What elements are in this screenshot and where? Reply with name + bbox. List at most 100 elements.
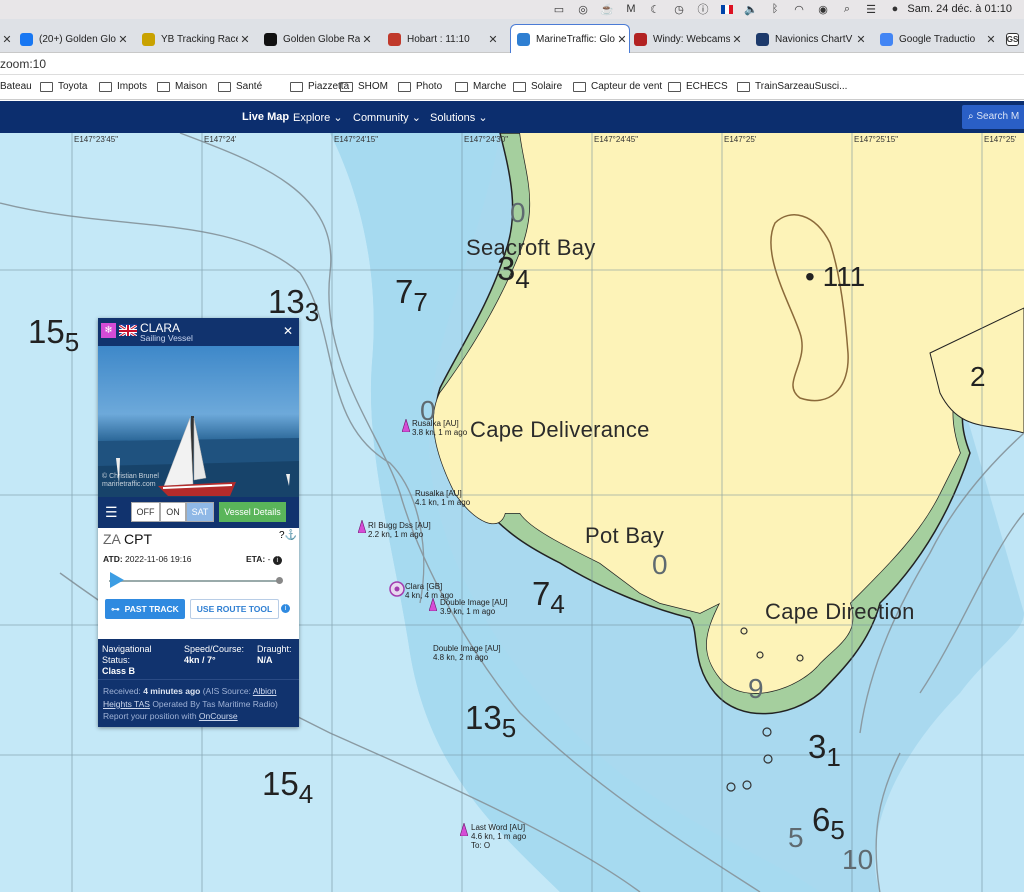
folder-icon <box>513 81 526 92</box>
bookmark-item[interactable]: Bateau <box>0 81 32 92</box>
tab-6[interactable]: Windy: Webcams ✕ <box>634 25 744 53</box>
spotlight-search-icon[interactable]: ⌕ <box>840 2 854 16</box>
close-icon[interactable]: ✕ <box>486 33 500 46</box>
menu-icon[interactable]: ☰ <box>105 504 118 521</box>
close-icon[interactable]: ✕ <box>615 33 629 46</box>
close-icon[interactable]: ✕ <box>116 33 130 46</box>
vessel-marker-icon[interactable] <box>358 520 366 533</box>
tab-1[interactable]: (20+) Golden Glo ✕ <box>20 25 130 53</box>
vessel-label[interactable]: Double Image [AU] 3.9 kn, 1 m ago <box>440 598 508 616</box>
folder-icon <box>340 81 353 92</box>
bluetooth-icon[interactable]: ᛒ <box>768 2 782 16</box>
route-tool-button[interactable]: USE ROUTE TOOL <box>190 599 279 619</box>
vessel-details-button[interactable]: Vessel Details <box>219 502 286 522</box>
close-icon[interactable]: ✕ <box>984 33 998 46</box>
bookmarks-bar: Bateau Toyota Impots Maison Santé Piazzetta SH… <box>0 75 1024 100</box>
info-icon[interactable]: i <box>272 556 282 565</box>
bookmark-item[interactable]: Photo <box>398 81 442 92</box>
bookmark-item[interactable]: Solaire <box>513 81 562 92</box>
past-track-button[interactable]: ⊶ PAST TRACK <box>105 599 185 619</box>
longitude-label: E147°24'15" <box>334 135 379 144</box>
bookmark-item[interactable]: SHOM <box>340 81 388 92</box>
nav-explore[interactable]: Explore ⌄ <box>293 111 343 124</box>
folder-icon <box>157 81 170 92</box>
vessel-photo[interactable]: © Christian Brunel marinetraffic.com <box>98 346 299 497</box>
depth-sounding: 65 <box>812 801 845 845</box>
speed-course: Speed/Course: 4kn / 7° <box>184 644 245 665</box>
coffee-icon[interactable]: ☕ <box>600 2 614 16</box>
vessel-marker-icon[interactable] <box>429 598 437 611</box>
vessel-label[interactable]: Last Word [AU] 4.6 kn, 1 m ago To: O <box>471 823 526 850</box>
longitude-label: E147°25' <box>984 135 1017 144</box>
address-bar[interactable]: zoom:10 <box>0 53 1024 75</box>
toggle-on[interactable]: ON <box>160 502 186 522</box>
tab-2[interactable]: YB Tracking Race ✕ <box>142 25 252 53</box>
anchor-help-icon[interactable]: ?⚓ <box>279 530 297 541</box>
favicon-icon <box>20 32 33 46</box>
oncourse-link[interactable]: OnCourse <box>199 711 238 721</box>
siri-icon[interactable]: ● <box>888 2 902 16</box>
tab-close-button[interactable]: ✕ <box>0 25 14 53</box>
toggle-off[interactable]: OFF <box>131 502 160 522</box>
user-icon[interactable]: ◉ <box>816 2 830 16</box>
address-text[interactable]: zoom:10 <box>0 57 46 71</box>
info-icon[interactable]: i <box>281 604 290 613</box>
nav-community[interactable]: Community ⌄ <box>353 111 421 124</box>
clock-icon[interactable]: ◷ <box>672 2 686 16</box>
bookmark-item[interactable]: Toyota <box>40 81 87 92</box>
vessel-label[interactable]: Double Image [AU] 4.8 kn, 2 m ago <box>433 644 501 662</box>
bookmark-item[interactable]: TrainSarzeauSusci... <box>737 81 847 92</box>
m-app-icon[interactable]: M <box>624 2 638 16</box>
control-center-icon[interactable]: ☰ <box>864 2 878 16</box>
tab-4[interactable]: Hobart : 11:10 ✕ <box>388 25 500 53</box>
vessel-label[interactable]: RI Bugg Dss [AU] 2.2 kn, 1 m ago <box>368 521 431 539</box>
french-flag-icon[interactable] <box>720 2 734 16</box>
folder-icon <box>290 81 303 92</box>
bookmark-item[interactable]: Impots <box>99 81 147 92</box>
info-icon[interactable]: ⓘ <box>696 2 710 16</box>
depth-sounding: 9 <box>748 673 764 704</box>
close-icon[interactable]: ✕ <box>283 324 293 338</box>
bookmark-item[interactable]: Marche <box>455 81 506 92</box>
battery-icon[interactable]: ▭ <box>552 2 566 16</box>
place-name: Cape Direction <box>765 599 915 624</box>
nav-solutions[interactable]: Solutions ⌄ <box>430 111 488 124</box>
nav-live-map[interactable]: Live Map <box>242 111 289 123</box>
close-icon[interactable]: ✕ <box>854 33 868 46</box>
vessel-label[interactable]: Rusalka [AU] 4.1 kn, 1 m ago <box>415 489 470 507</box>
place-name: Seacroft Bay <box>466 235 596 260</box>
bookmark-item[interactable]: Maison <box>157 81 207 92</box>
depth-sounding: 31 <box>808 728 841 772</box>
atd: ATD: 2022-11-06 19:16 <box>103 554 192 564</box>
close-icon[interactable]: ✕ <box>360 33 374 46</box>
tab-8[interactable]: Google Traductio ✕ <box>880 25 998 53</box>
toggle-sat[interactable]: SAT <box>186 502 214 522</box>
vessel-stats: Navigational Status: Class B Speed/Course… <box>98 639 299 679</box>
tab-5[interactable]: MarineTraffic: Glo ✕ <box>510 24 630 53</box>
bookmark-item[interactable]: Santé <box>218 81 262 92</box>
close-icon[interactable]: ✕ <box>730 33 744 46</box>
close-icon[interactable]: ✕ <box>238 33 252 46</box>
map-search-input[interactable]: ⌕ Search M <box>962 105 1024 129</box>
wifi-icon[interactable]: ◠ <box>792 2 806 16</box>
vessel-toolbar: ☰ OFF ON SAT Vessel Details <box>98 497 299 528</box>
moon-icon[interactable]: ☾ <box>648 2 662 16</box>
tab-3[interactable]: Golden Globe Rac ✕ <box>264 25 374 53</box>
vessel-marker-icon[interactable] <box>460 823 468 836</box>
favicon-icon <box>880 32 893 46</box>
place-name: Cape Deliverance <box>470 417 650 442</box>
eta: ETA: - i <box>246 554 282 565</box>
vessel-marker-icon[interactable] <box>402 419 410 432</box>
favicon-icon <box>388 32 401 46</box>
extension-icon[interactable]: GS <box>1006 25 1024 53</box>
depth-sounding: 34 <box>497 250 530 294</box>
macos-menu-bar: ▭ ◎ ☕ M ☾ ◷ ⓘ 🔈 ᛒ ◠ ◉ ⌕ ☰ ● Sam. 24 déc.… <box>0 0 1024 19</box>
volume-icon[interactable]: 🔈 <box>744 2 758 16</box>
creative-cloud-icon[interactable]: ◎ <box>576 2 590 16</box>
menu-bar-clock[interactable]: Sam. 24 déc. à 01:10 <box>907 3 1012 15</box>
bookmark-item[interactable]: ECHECS <box>668 81 728 92</box>
tab-7[interactable]: Navionics ChartV ✕ <box>756 25 868 53</box>
destination: ZA CPT <box>103 531 153 547</box>
bookmark-item[interactable]: Capteur de vent <box>573 81 662 92</box>
vessel-label[interactable]: Rusalka [AU] 3.8 kn, 1 m ago <box>412 419 467 437</box>
